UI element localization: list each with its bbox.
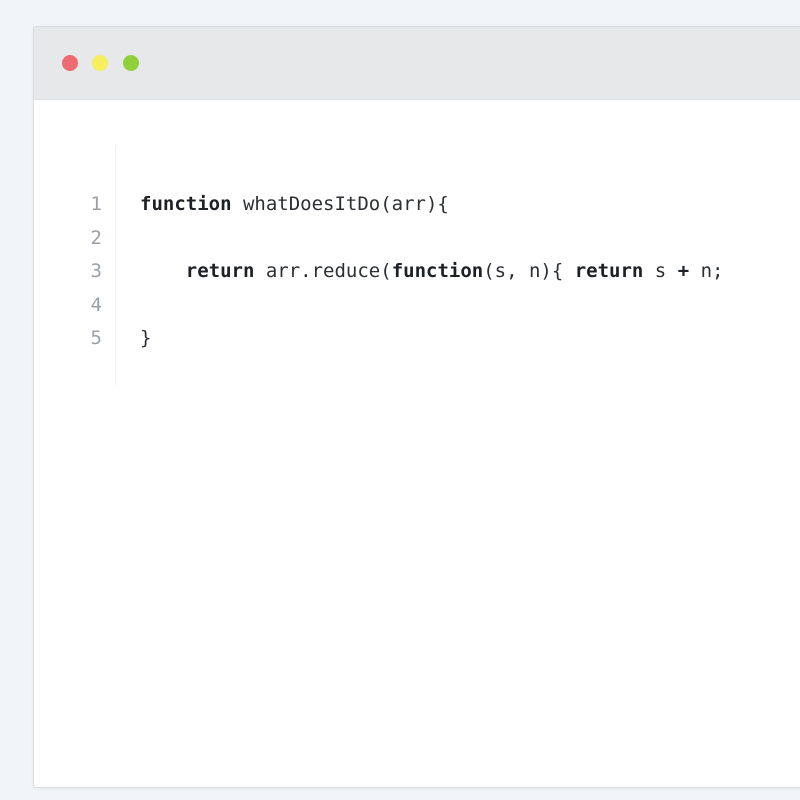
code-token: s	[643, 260, 678, 282]
code-token-keyword: return	[574, 260, 644, 282]
code-line: function whatDoesItDo(arr){	[140, 187, 449, 221]
line-number: 3	[90, 260, 102, 282]
line-number: 1	[90, 193, 102, 215]
close-window-icon[interactable]	[62, 55, 78, 71]
code-token: }	[140, 327, 152, 349]
code-token-keyword: return	[185, 260, 255, 282]
line-number: 2	[90, 227, 102, 249]
line-number: 5	[90, 327, 102, 349]
code-token-operator: +	[677, 260, 690, 282]
code-token: whatDoesItDo(arr){	[231, 193, 449, 215]
code-line: return arr.reduce(function(s, n){ return…	[140, 254, 724, 288]
code-token: arr.reduce(	[254, 260, 392, 282]
minimize-window-icon[interactable]	[92, 55, 108, 71]
line-number: 4	[90, 294, 102, 316]
code-token-keyword: function	[140, 193, 232, 215]
code-token: (s, n){	[483, 260, 575, 282]
code-line: }	[140, 321, 151, 355]
code-window: 1 2 3 4 5 function whatDoesItDo(arr){ re…	[33, 26, 800, 788]
window-titlebar	[34, 27, 800, 100]
code-token: n;	[689, 260, 724, 282]
code-token-keyword: function	[391, 260, 484, 282]
line-number-gutter: 1 2 3 4 5	[34, 147, 116, 385]
maximize-window-icon[interactable]	[123, 55, 139, 71]
